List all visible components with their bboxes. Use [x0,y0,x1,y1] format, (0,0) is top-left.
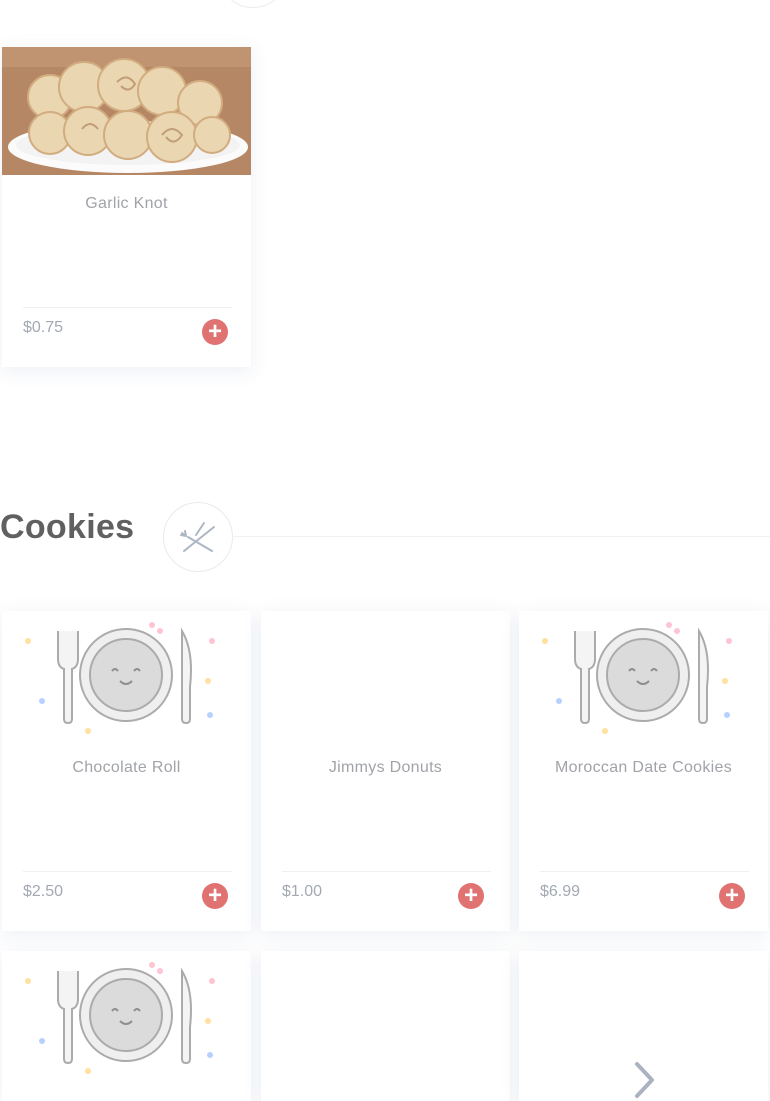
menu-item-card[interactable]: Jimmys Donuts $1.00 + [261,611,510,931]
card-divider [282,871,491,872]
menu-item-card[interactable] [2,951,251,1101]
item-price: $0.75 [23,319,64,336]
section-rule [232,536,770,537]
item-name: Garlic Knot [85,195,168,212]
card-divider [23,307,232,308]
card-divider [23,871,232,872]
plate-placeholder-icon [542,622,732,734]
item-price: $6.99 [540,883,581,900]
item-name: Moroccan Date Cookies [554,759,733,776]
fork-knife-icon [163,502,233,572]
item-name: Chocolate Roll [72,759,181,776]
garlic-knot-image [2,47,251,175]
card-divider [540,871,749,872]
menu-item-card[interactable]: Garlic Knot $0.75 + [2,47,251,367]
section-title: Cookies [0,508,135,546]
plate-placeholder-icon [25,962,215,1074]
next-arrow-button[interactable] [624,1060,664,1100]
plate-placeholder-icon [25,622,215,734]
menu-item-card[interactable] [261,951,510,1101]
add-to-cart-button[interactable]: + [202,319,228,345]
section-divider-icon [218,0,288,8]
add-to-cart-button[interactable]: + [458,883,484,909]
menu-item-card[interactable]: Moroccan Date Cookies $6.99 + [519,611,768,931]
item-name: Jimmys Donuts [328,759,443,776]
item-price: $1.00 [282,883,323,900]
item-price: $2.50 [23,883,64,900]
menu-item-card[interactable]: Chocolate Roll $2.50 + [2,611,251,931]
add-to-cart-button[interactable]: + [202,883,228,909]
add-to-cart-button[interactable]: + [719,883,745,909]
